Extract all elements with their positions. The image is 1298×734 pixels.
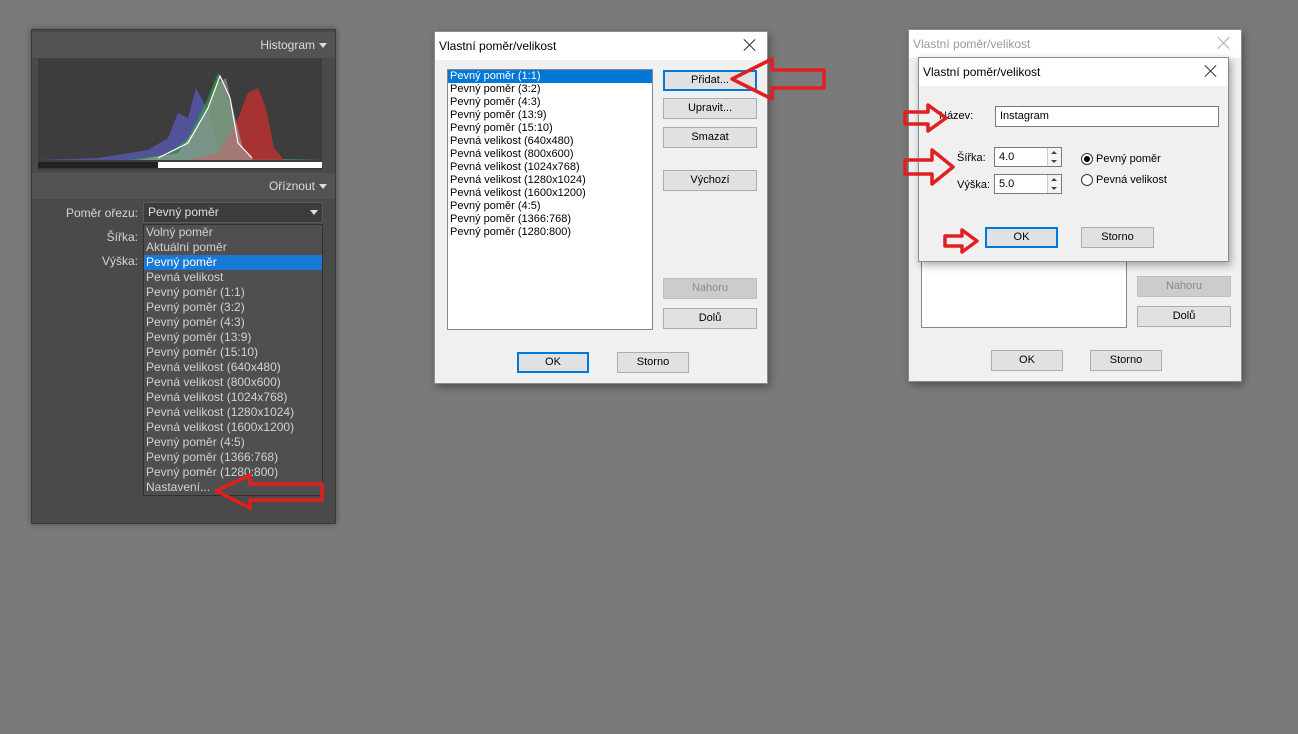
fixed-size-radio[interactable] [1081,174,1093,186]
list-item[interactable]: Pevná velikost (1280x1024) [448,174,652,187]
name-input[interactable]: Instagram [995,106,1219,127]
list-item[interactable]: Pevná velikost (1024x768) [448,161,652,174]
chevron-down-icon[interactable] [319,43,327,48]
ratio-option[interactable]: Pevný poměr [144,255,322,270]
ratio-option[interactable]: Pevná velikost (1600x1200) [144,420,322,435]
ratio-option[interactable]: Aktuální poměr [144,240,322,255]
ok-button[interactable]: OK [517,352,589,373]
list-item[interactable]: Pevný poměr (4:3) [448,96,652,109]
histogram-graph [38,73,322,168]
height-input[interactable]: 5.0 [994,174,1062,194]
ratio-option[interactable]: Pevná velikost (1280x1024) [144,405,322,420]
close-icon[interactable] [1204,64,1218,78]
cancel-button[interactable]: Storno [1081,227,1154,248]
annotation-arrow-left-icon [214,473,324,510]
ratio-option[interactable]: Pevný poměr (13:9) [144,330,322,345]
ratio-option[interactable]: Pevný poměr (1:1) [144,285,322,300]
close-icon[interactable] [743,38,757,52]
crop-ratio-label: Poměr ořezu: [65,206,138,220]
list-item[interactable]: Pevný poměr (3:2) [448,83,652,96]
move-down-button[interactable]: Dolů [1137,306,1231,327]
ratio-listbox[interactable]: Pevný poměr (1:1) Pevný poměr (3:2) Pevný … [447,69,653,330]
annotation-arrow-right-icon [943,228,979,254]
width-value: 4.0 [999,151,1015,163]
histogram-title: Histogram [260,38,315,52]
default-button[interactable]: Výchozí [663,170,757,191]
width-spinner[interactable] [1047,148,1061,166]
list-item[interactable]: Pevná velikost (1600x1200) [448,187,652,200]
custom-ratio-dialog: Vlastní poměr/velikost Pevný poměr (1:1)… [434,31,768,384]
height-spinner[interactable] [1047,175,1061,193]
list-item[interactable]: Pevný poměr (1:1) [448,70,652,83]
move-up-button[interactable]: Nahoru [1137,276,1231,297]
list-item[interactable]: Pevná velikost (800x600) [448,148,652,161]
ratio-option[interactable]: Pevný poměr (15:10) [144,345,322,360]
crop-height-label: Výška: [101,254,138,268]
move-up-button[interactable]: Nahoru [663,278,757,299]
dialog-title: Vlastní poměr/velikost [435,32,767,60]
height-label: Výška: [957,179,991,191]
ratio-option[interactable]: Pevný poměr (3:2) [144,300,322,315]
fixed-ratio-label: Pevný poměr [1096,153,1161,165]
ratio-option[interactable]: Pevná velikost (1024x768) [144,390,322,405]
list-item[interactable]: Pevný poměr (4:5) [448,200,652,213]
width-input[interactable]: 4.0 [994,147,1062,167]
dialog-title: Vlastní poměr/velikost [909,30,1241,58]
list-item[interactable]: Pevná velikost (640x480) [448,135,652,148]
list-item[interactable]: Pevný poměr (1280:800) [448,226,652,239]
histogram [38,58,322,170]
crop-ratio-value: Pevný poměr [148,205,219,219]
dialog-title: Vlastní poměr/velikost [919,58,1228,86]
ratio-option[interactable]: Pevný poměr (4:3) [144,315,322,330]
ok-button[interactable]: OK [985,227,1058,248]
crop-title: Oříznout [268,179,315,193]
ok-button[interactable]: OK [991,350,1063,371]
fixed-ratio-radio[interactable] [1081,153,1093,165]
histogram-header[interactable]: Histogram [32,32,335,58]
move-down-button[interactable]: Dolů [663,308,757,329]
height-value: 5.0 [999,178,1015,190]
annotation-arrow-right-icon [903,103,948,133]
ratio-option[interactable]: Pevná velikost (640x480) [144,360,322,375]
delete-button[interactable]: Smazat [663,127,757,148]
list-item[interactable]: Pevný poměr (1366:768) [448,213,652,226]
crop-header[interactable]: Oříznout [32,173,335,199]
ratio-option[interactable]: Pevná velikost (800x600) [144,375,322,390]
chevron-down-icon [310,210,318,215]
list-item[interactable]: Pevný poměr (15:10) [448,122,652,135]
cancel-button[interactable]: Storno [1090,350,1162,371]
crop-width-label: Šířka: [106,230,138,244]
ratio-option[interactable]: Pevná velikost [144,270,322,285]
crop-ratio-dropdown: Volný poměr Aktuální poměr Pevný poměr Pevn… [143,224,323,496]
fixed-size-label: Pevná velikost [1096,174,1167,186]
list-item[interactable]: Pevný poměr (13:9) [448,109,652,122]
annotation-arrow-right-icon [903,148,955,186]
develop-panel: Histogram Oříznout Poměr ořezu: Šířka: V… [31,29,336,524]
width-label: Šířka: [957,152,986,164]
ratio-option[interactable]: Pevný poměr (1366:768) [144,450,322,465]
ratio-option[interactable]: Volný poměr [144,225,322,240]
close-icon[interactable] [1217,36,1231,50]
chevron-down-icon[interactable] [319,184,327,189]
cancel-button[interactable]: Storno [617,352,689,373]
annotation-arrow-left-icon [730,57,826,101]
ratio-option[interactable]: Pevný poměr (4:5) [144,435,322,450]
crop-ratio-select[interactable]: Pevný poměr [143,202,323,223]
